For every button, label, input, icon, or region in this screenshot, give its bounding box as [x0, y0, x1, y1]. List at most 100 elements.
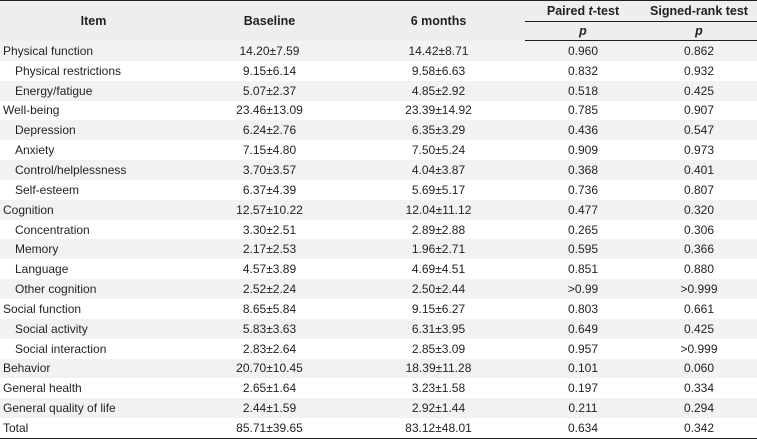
row-item: Physical restrictions	[15, 63, 122, 78]
row-signed-p: 0.334	[683, 381, 715, 396]
row-six-months: 2.85±3.09	[411, 341, 466, 356]
row-six-months: 4.04±3.87	[352, 160, 525, 180]
row-six-months: 9.15±6.27	[411, 301, 466, 316]
row-signed-p: 0.320	[641, 199, 757, 220]
table-row: Concentration 3.30±2.51 2.89±2.88 0.265 0.30…	[0, 220, 757, 240]
table-row: Physical restrictions 9.15±6.14 9.58±6.63 0…	[0, 61, 757, 81]
row-signed-p: >0.999	[680, 341, 718, 356]
row-item: Control/helplessness	[0, 160, 187, 180]
row-paired-p: 0.960	[525, 40, 641, 61]
row-six-months: 18.39±11.28	[352, 358, 525, 379]
row-paired-p: 0.832	[567, 63, 599, 78]
row-signed-p: 0.907	[683, 103, 715, 118]
table-row: Social function 8.65±5.84 9.15±6.27 0.803 0.…	[0, 299, 757, 319]
row-paired-p: 0.518	[525, 80, 641, 101]
row-signed-p: 0.547	[641, 120, 757, 141]
row-signed-p: 0.425	[641, 318, 757, 339]
row-six-months: 5.69±5.17	[411, 182, 466, 197]
row-six-months: 4.85±2.92	[352, 80, 525, 101]
row-paired-p: 0.101	[525, 358, 641, 379]
row-six-months: 83.12±48.01	[352, 418, 525, 439]
table-row: General health 2.65±1.64 3.23±1.58 0.197 0.3…	[0, 378, 757, 398]
header-signed-rank-test: Signed-rank test	[641, 0, 757, 22]
row-baseline: 5.83±3.63	[187, 318, 352, 339]
row-baseline: 2.65±1.64	[242, 381, 297, 396]
header-six-months: 6 months	[352, 0, 525, 41]
row-signed-p: 0.342	[641, 418, 757, 439]
table-row: Anxiety 7.15±4.80 7.50±5.24 0.909 0.973	[0, 140, 757, 160]
table-row: Control/helplessness 3.70±3.57 4.04±3.87 0.…	[0, 160, 757, 180]
paired-prefix: Paired	[546, 4, 589, 18]
table-header: Item Baseline 6 months Paired t-test Sig…	[0, 0, 757, 41]
table-row: Language 4.57±3.89 4.69±4.51 0.851 0.880	[0, 259, 757, 279]
row-paired-p: 0.851	[567, 262, 599, 277]
row-paired-p: 0.211	[525, 398, 641, 419]
row-paired-p: 0.595	[525, 239, 641, 260]
row-baseline: 20.70±10.45	[187, 358, 352, 379]
row-item: Depression	[0, 120, 187, 141]
header-signed-p: p	[641, 21, 757, 41]
row-item: Social activity	[0, 318, 187, 339]
row-six-months: 2.50±2.44	[352, 279, 525, 299]
row-paired-p: 0.909	[567, 143, 599, 158]
row-item: Self-esteem	[15, 182, 80, 197]
row-baseline: 3.70±3.57	[187, 160, 352, 180]
row-item: Language	[15, 262, 69, 277]
row-signed-p: 0.306	[683, 222, 715, 237]
row-item: Social function	[3, 301, 82, 316]
row-item: Memory	[0, 239, 187, 260]
table-row: Well-being 23.46±13.09 23.39±14.92 0.785 0.9…	[0, 101, 757, 121]
row-six-months: 3.23±1.58	[411, 381, 466, 396]
row-six-months: 6.31±3.95	[352, 318, 525, 339]
row-paired-p: 0.649	[525, 318, 641, 339]
row-baseline: 23.46±13.09	[236, 103, 303, 118]
table-row: Social activity 5.83±3.63 6.31±3.95 0.649 0.…	[0, 318, 757, 339]
row-baseline: 14.20±7.59	[187, 40, 352, 61]
row-signed-p: 0.294	[641, 398, 757, 419]
row-paired-p: 0.785	[567, 103, 599, 118]
table-row: Depression 6.24±2.76 6.35±3.29 0.436 0.547	[0, 120, 757, 141]
row-paired-p: 0.634	[525, 418, 641, 439]
row-item: General quality of life	[0, 398, 187, 419]
row-baseline: 6.37±4.39	[242, 182, 297, 197]
row-six-months: 2.92±1.44	[352, 398, 525, 419]
header-paired-t-test: Paired t-test	[525, 0, 641, 22]
row-signed-p: 0.401	[641, 160, 757, 180]
row-six-months: 6.35±3.29	[352, 120, 525, 141]
header-item: Item	[0, 0, 187, 41]
row-item: General health	[3, 381, 82, 396]
table-row: Memory 2.17±2.53 1.96±2.71 0.595 0.366	[0, 239, 757, 260]
row-item: Energy/fatigue	[0, 80, 187, 101]
row-signed-p: 0.973	[683, 143, 715, 158]
row-signed-p: >0.999	[641, 279, 757, 299]
row-paired-p: 0.368	[525, 160, 641, 180]
row-signed-p: 0.880	[683, 262, 715, 277]
table-row: Physical function 14.20±7.59 14.42±8.71 0.9…	[0, 40, 757, 61]
row-signed-p: 0.661	[683, 301, 715, 316]
row-paired-p: >0.99	[525, 279, 641, 299]
row-item: Cognition	[0, 199, 187, 220]
row-item: Other cognition	[0, 279, 187, 299]
table-body: Physical function 14.20±7.59 14.42±8.71 0.9…	[0, 40, 757, 439]
header-baseline: Baseline	[187, 0, 352, 41]
row-paired-p: 0.803	[567, 301, 599, 316]
row-six-months: 7.50±5.24	[411, 143, 466, 158]
row-baseline: 5.07±2.37	[187, 80, 352, 101]
row-signed-p: 0.862	[641, 40, 757, 61]
paired-suffix: -test	[592, 4, 620, 18]
row-baseline: 3.30±2.51	[242, 222, 297, 237]
row-baseline: 6.24±2.76	[187, 120, 352, 141]
row-item: Physical function	[0, 40, 187, 61]
table-row: Other cognition 2.52±2.24 2.50±2.44 >0.99 >0…	[0, 279, 757, 299]
table-row: General quality of life 2.44±1.59 2.92±1.4…	[0, 398, 757, 419]
row-six-months: 12.04±11.12	[352, 199, 525, 220]
row-paired-p: 0.957	[567, 341, 599, 356]
row-baseline: 12.57±10.22	[187, 199, 352, 220]
row-baseline: 7.15±4.80	[242, 143, 297, 158]
row-item: Social interaction	[15, 341, 107, 356]
results-table: Item Baseline 6 months Paired t-test Sig…	[0, 0, 757, 439]
row-baseline: 2.17±2.53	[187, 239, 352, 260]
row-paired-p: 0.436	[525, 120, 641, 141]
row-signed-p: 0.932	[683, 63, 715, 78]
row-six-months: 23.39±14.92	[405, 103, 472, 118]
